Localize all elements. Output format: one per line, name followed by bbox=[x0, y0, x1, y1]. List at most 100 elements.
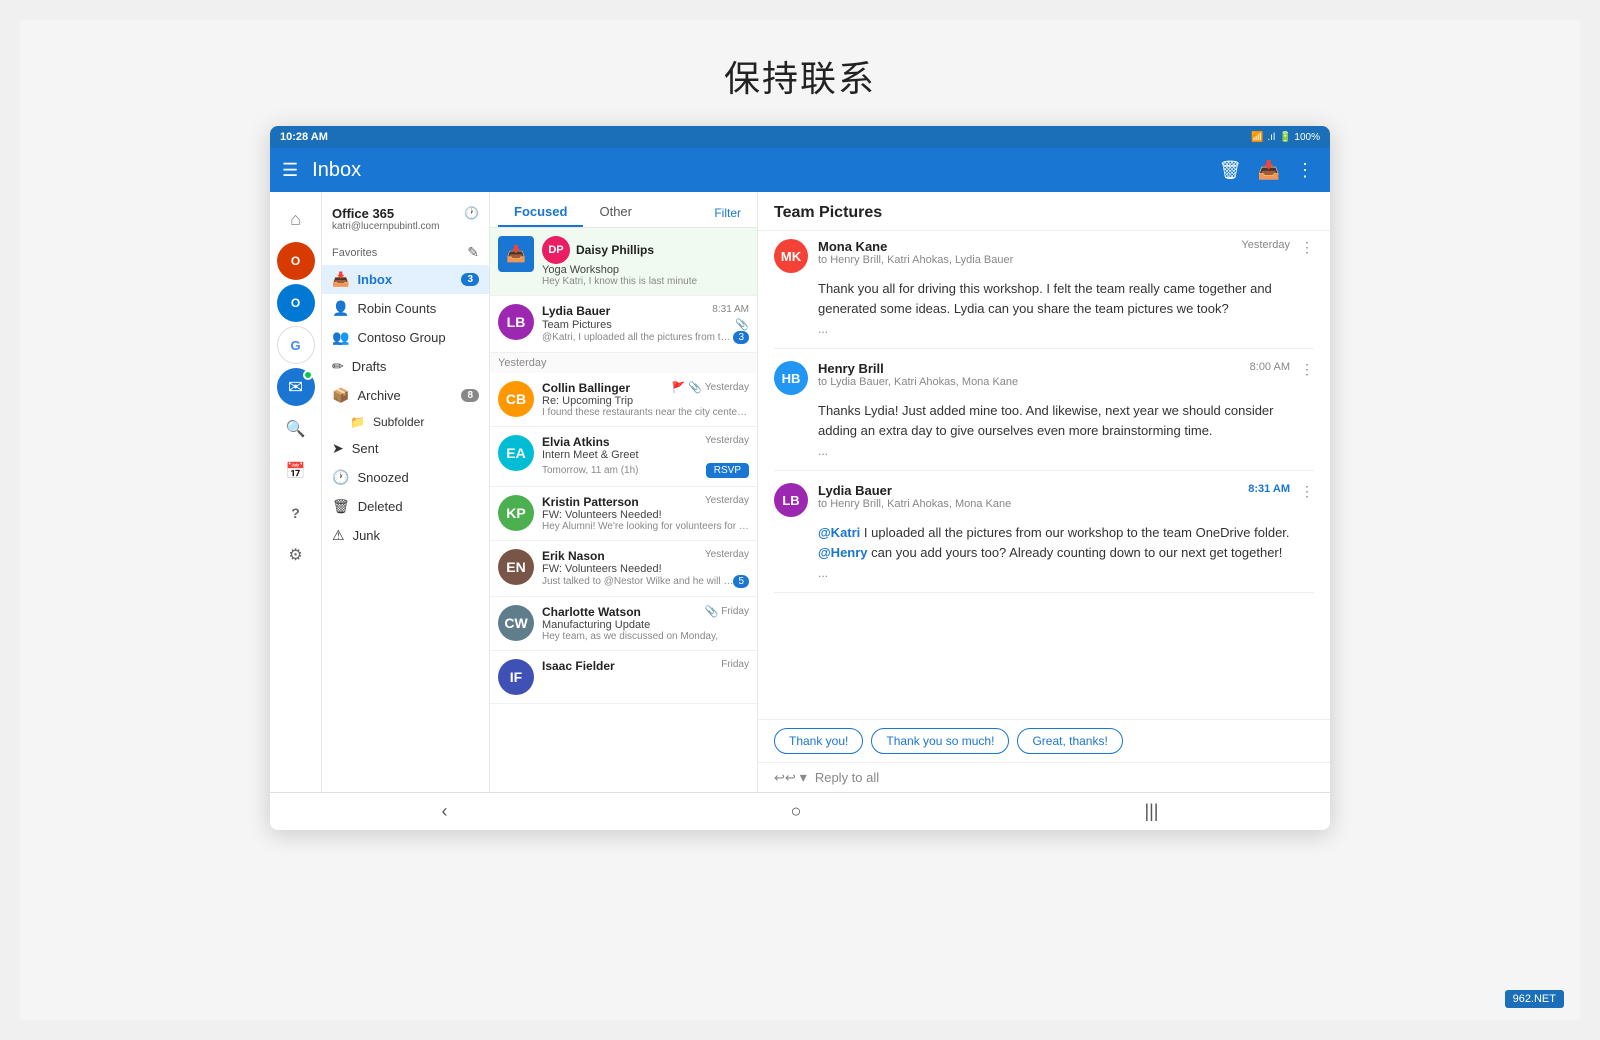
mention-katri: @Katri bbox=[818, 525, 860, 540]
nav-icon-settings[interactable]: ⚙ bbox=[277, 536, 315, 574]
message-card-henry: HB Henry Brill to Lydia Bauer, Katri Aho… bbox=[774, 361, 1314, 471]
mention-henry: @Henry bbox=[818, 545, 868, 560]
message-header: Team Pictures bbox=[758, 192, 1330, 231]
message-header-henry: HB Henry Brill to Lydia Bauer, Katri Aho… bbox=[774, 361, 1314, 395]
folder-item-drafts[interactable]: ✏ Drafts bbox=[322, 352, 489, 381]
folder-item-snoozed[interactable]: 🕐 Snoozed bbox=[322, 463, 489, 492]
folder-item-inbox[interactable]: 📥 Inbox 3 bbox=[322, 265, 489, 294]
nav-icon-google[interactable]: G bbox=[277, 326, 315, 364]
email-from-collin: Collin Ballinger bbox=[542, 381, 630, 395]
folder-label-contoso: Contoso Group bbox=[357, 330, 445, 345]
more-options-lydia2[interactable]: ⋮ bbox=[1300, 483, 1314, 500]
nav-icons: ⌂ O O G ✉ 🔍 📅 ? ⚙ bbox=[270, 192, 322, 792]
folder-item-junk[interactable]: ⚠ Junk bbox=[322, 521, 489, 550]
status-icons: 📶 .ıl 🔋 100% bbox=[1251, 132, 1320, 143]
avatar-lydia2: LB bbox=[774, 483, 808, 517]
flag-icon-collin: 🚩 bbox=[671, 381, 685, 394]
sender-info-lydia2: Lydia Bauer to Henry Brill, Katri Ahokas… bbox=[818, 483, 1238, 510]
recents-button[interactable]: ||| bbox=[1128, 797, 1174, 826]
email-subject-charlotte: Manufacturing Update bbox=[542, 619, 749, 631]
nav-icon-calendar[interactable]: 📅 bbox=[277, 452, 315, 490]
rsvp-button[interactable]: RSVP bbox=[706, 463, 749, 478]
email-preview-lydia: @Katri, I uploaded all the pictures from… bbox=[542, 332, 733, 343]
top-bar-actions: 🗑 📥 ⋮ bbox=[1215, 156, 1318, 185]
bottom-nav: ‹ ○ ||| bbox=[270, 792, 1330, 830]
email-meta-collin: Collin Ballinger 🚩 📎 Yesterday bbox=[542, 381, 749, 395]
subfolder-icon: 📁 bbox=[350, 415, 365, 429]
nav-icon-mail[interactable]: ✉ bbox=[277, 368, 315, 406]
email-meta-kristin: Kristin Patterson Yesterday bbox=[542, 495, 749, 509]
rsvp-time: Tomorrow, 11 am (1h) bbox=[542, 465, 639, 476]
email-item-erik[interactable]: EN Erik Nason Yesterday FW: Volunteers N… bbox=[490, 541, 757, 597]
filter-button[interactable]: Filter bbox=[706, 202, 749, 224]
message-header-mona: MK Mona Kane to Henry Brill, Katri Ahoka… bbox=[774, 239, 1314, 273]
inbox-badge: 3 bbox=[461, 273, 479, 286]
email-from-daisy: Daisy Phillips bbox=[576, 243, 749, 257]
folder-item-robin[interactable]: 👤 Robin Counts bbox=[322, 294, 489, 323]
delete-icon[interactable]: 🗑 bbox=[1215, 156, 1246, 185]
sender-info-mona: Mona Kane to Henry Brill, Katri Ahokas, … bbox=[818, 239, 1231, 266]
clock-icon[interactable]: 🕐 bbox=[464, 206, 479, 220]
email-item-lydia[interactable]: LB Lydia Bauer 8:31 AM Team Pictures 📎 bbox=[490, 296, 757, 353]
reply-chevron-icon[interactable]: ▾ bbox=[800, 769, 807, 786]
top-bar-title: Inbox bbox=[312, 159, 1215, 182]
attachment-icon-lydia: 📎 bbox=[735, 318, 749, 331]
nav-icon-search[interactable]: 🔍 bbox=[277, 410, 315, 448]
email-item-elvia[interactable]: EA Elvia Atkins Yesterday Intern Meet & … bbox=[490, 427, 757, 487]
favorites-section: Favorites ✎ bbox=[322, 240, 489, 265]
folder-item-sent[interactable]: ➤ Sent bbox=[322, 434, 489, 463]
msg-to-lydia2: to Henry Brill, Katri Ahokas, Mona Kane bbox=[818, 498, 1238, 510]
more-options-icon[interactable]: ⋮ bbox=[1292, 156, 1318, 185]
nav-icon-office[interactable]: O bbox=[277, 242, 315, 280]
nav-icon-outlook[interactable]: O bbox=[277, 284, 315, 322]
nav-icon-home[interactable]: ⌂ bbox=[277, 200, 315, 238]
top-bar: ☰ Inbox 🗑 📥 ⋮ bbox=[270, 148, 1330, 192]
msg-ellipsis-mona: ... bbox=[774, 322, 1314, 336]
attachment-icon-collin: 📎 bbox=[688, 381, 702, 394]
email-item-collin[interactable]: CB Collin Ballinger 🚩 📎 Yesterday Re: bbox=[490, 373, 757, 427]
folder-item-contoso[interactable]: 👥 Contoso Group bbox=[322, 323, 489, 352]
hamburger-menu-icon[interactable]: ☰ bbox=[282, 160, 298, 181]
email-item-daisy[interactable]: 📥 DP Daisy Phillips Yoga Workshop Hey Ka… bbox=[490, 228, 757, 296]
email-item-charlotte[interactable]: CW Charlotte Watson 📎 Friday Manufacturi… bbox=[490, 597, 757, 651]
email-meta-erik: Erik Nason Yesterday bbox=[542, 549, 749, 563]
avatar-charlotte: CW bbox=[498, 605, 534, 641]
quick-reply-tysm[interactable]: Thank you so much! bbox=[871, 728, 1009, 754]
folder-panel: Office 365 katri@lucernpubintl.com 🕐 Fav… bbox=[322, 192, 490, 792]
email-time-kristin: Yesterday bbox=[705, 495, 749, 506]
msg-ellipsis-henry: ... bbox=[774, 444, 1314, 458]
reply-to-all-text[interactable]: Reply to all bbox=[815, 770, 1314, 785]
email-subject-daisy: Yoga Workshop bbox=[542, 264, 749, 276]
email-item-kristin[interactable]: KP Kristin Patterson Yesterday FW: Volun… bbox=[490, 487, 757, 541]
quick-reply-great[interactable]: Great, thanks! bbox=[1017, 728, 1122, 754]
folder-item-archive[interactable]: 📦 Archive 8 bbox=[322, 381, 489, 410]
folder-item-subfolder[interactable]: 📁 Subfolder bbox=[322, 410, 489, 434]
nav-icon-help[interactable]: ? bbox=[277, 494, 315, 532]
quick-reply-ty[interactable]: Thank you! bbox=[774, 728, 863, 754]
attachment-icon-charlotte: 📎 bbox=[705, 605, 719, 618]
tab-focused[interactable]: Focused bbox=[498, 198, 583, 227]
email-time-erik: Yesterday bbox=[705, 549, 749, 560]
junk-icon: ⚠ bbox=[332, 527, 345, 544]
yesterday-separator: Yesterday bbox=[490, 353, 757, 373]
home-button[interactable]: ○ bbox=[775, 797, 818, 826]
more-options-mona[interactable]: ⋮ bbox=[1300, 239, 1314, 256]
archive-folder-icon: 📦 bbox=[332, 387, 349, 404]
email-badge-lydia: 3 bbox=[733, 331, 749, 344]
avatar-henry: HB bbox=[774, 361, 808, 395]
edit-icon[interactable]: ✎ bbox=[467, 244, 479, 261]
email-item-isaac[interactable]: IF Isaac Fielder Friday bbox=[490, 651, 757, 704]
sender-name-lydia2: Lydia Bauer bbox=[818, 483, 1238, 498]
folder-item-deleted[interactable]: 🗑 Deleted bbox=[322, 492, 489, 521]
email-items: 📥 DP Daisy Phillips Yoga Workshop Hey Ka… bbox=[490, 228, 757, 792]
drafts-icon: ✏ bbox=[332, 358, 344, 375]
email-from-lydia: Lydia Bauer bbox=[542, 304, 610, 318]
msg-ellipsis-lydia2: ... bbox=[774, 566, 1314, 580]
folder-label-junk: Junk bbox=[353, 528, 380, 543]
archive-icon[interactable]: 📥 bbox=[1254, 156, 1284, 185]
email-time-charlotte: Friday bbox=[721, 606, 749, 617]
tab-other[interactable]: Other bbox=[583, 198, 648, 227]
more-options-henry[interactable]: ⋮ bbox=[1300, 361, 1314, 378]
reply-arrow-icon[interactable]: ↩↩ bbox=[774, 770, 796, 786]
back-button[interactable]: ‹ bbox=[426, 797, 464, 826]
